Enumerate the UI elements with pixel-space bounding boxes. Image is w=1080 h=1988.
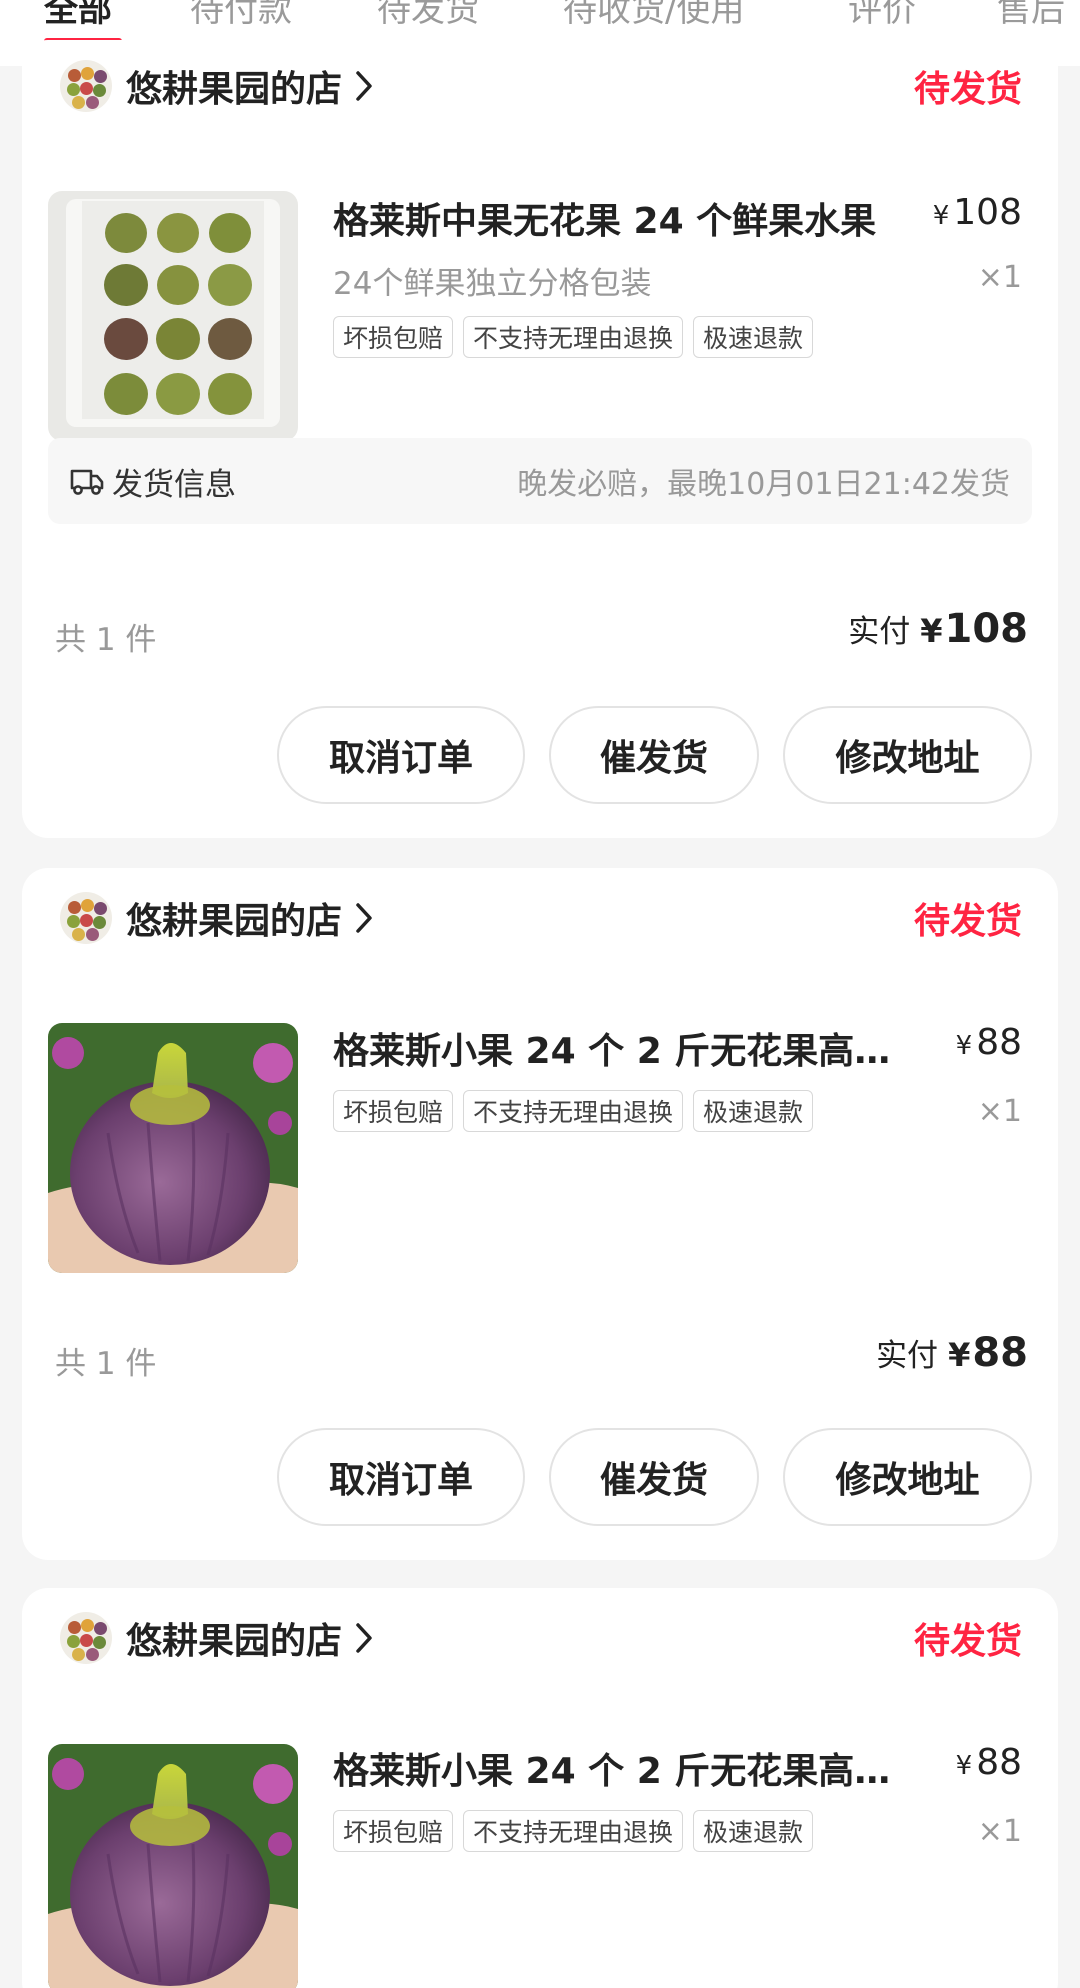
- order-card: 悠耕果园的店 待发货 格莱斯小果 24 个 2 斤无花果高山鲜果 ¥88 坏损包…: [22, 1588, 1058, 1988]
- truck-icon: [70, 469, 104, 495]
- paid-total: 实付 ¥88: [876, 1330, 1028, 1376]
- order-card: 悠耕果园的店 待发货 格莱斯小果 24 个 2 斤无花果高山鲜果 ¥88 坏损包…: [22, 868, 1058, 1560]
- product-image[interactable]: [48, 191, 298, 441]
- tab-pending-receipt[interactable]: 待收货/使用: [563, 0, 744, 31]
- paid-label: 实付: [876, 1338, 939, 1374]
- item-count: 共 1 件: [55, 1346, 157, 1382]
- shop-name: 悠耕果园的店: [126, 901, 343, 942]
- order-status: 待发货: [913, 1621, 1022, 1662]
- change-address-button[interactable]: 修改地址: [783, 706, 1032, 804]
- tag-no-free-return: 不支持无理由退换: [463, 316, 684, 358]
- product-price: ¥108: [932, 192, 1022, 233]
- shop-avatar: [60, 892, 112, 944]
- paid-total: 实付 ¥108: [848, 606, 1028, 652]
- tag-fast-refund: 极速退款: [693, 1810, 814, 1852]
- product-price: ¥88: [955, 1742, 1022, 1783]
- paid-amount: ¥88: [948, 1330, 1028, 1376]
- product-title[interactable]: 格莱斯中果无花果 24 个鲜果水果: [333, 192, 903, 244]
- chevron-right-icon: [356, 71, 372, 101]
- shop-header[interactable]: 悠耕果园的店: [60, 890, 374, 946]
- service-tags: 坏损包赔 不支持无理由退换 极速退款: [333, 1810, 814, 1852]
- urge-shipment-button[interactable]: 催发货: [549, 1428, 759, 1526]
- tab-review[interactable]: 评价: [848, 0, 916, 31]
- tag-damage-compensation: 坏损包赔: [333, 1090, 454, 1132]
- shop-avatar: [60, 1612, 112, 1664]
- service-tags: 坏损包赔 不支持无理由退换 极速退款: [333, 316, 814, 358]
- tag-fast-refund: 极速退款: [693, 1090, 814, 1132]
- chevron-right-icon: [356, 1623, 372, 1653]
- urge-shipment-button[interactable]: 催发货: [549, 706, 759, 804]
- tag-damage-compensation: 坏损包赔: [333, 1810, 454, 1852]
- product-price: ¥88: [955, 1022, 1022, 1063]
- tag-no-free-return: 不支持无理由退换: [463, 1090, 684, 1132]
- shipping-info-bar[interactable]: 发货信息 晚发必赔，最晚10月01日21:42发货: [48, 438, 1032, 524]
- paid-amount: ¥108: [920, 606, 1028, 652]
- tab-after-sales[interactable]: 售后: [997, 0, 1065, 31]
- order-status: 待发货: [913, 69, 1022, 110]
- shipping-deadline-note: 晚发必赔，最晚10月01日21:42发货: [517, 467, 1010, 502]
- tab-pending-shipment[interactable]: 待发货: [377, 0, 479, 31]
- service-tags: 坏损包赔 不支持无理由退换 极速退款: [333, 1090, 814, 1132]
- order-card: 悠耕果园的店 待发货 格莱斯中果无花果 24 个鲜果水果 ¥108 24个鲜果独…: [22, 40, 1058, 838]
- paid-label: 实付: [848, 614, 911, 650]
- product-quantity: ×1: [977, 260, 1022, 295]
- shipping-info-label: 发货信息: [112, 466, 236, 503]
- product-spec: 24个鲜果独立分格包装: [333, 266, 652, 302]
- shop-name: 悠耕果园的店: [126, 1621, 343, 1662]
- product-quantity: ×1: [977, 1094, 1022, 1129]
- shop-header[interactable]: 悠耕果园的店: [60, 58, 374, 114]
- shop-name: 悠耕果园的店: [126, 69, 343, 110]
- product-image[interactable]: [48, 1744, 298, 1988]
- product-image[interactable]: [48, 1023, 298, 1273]
- cancel-order-button[interactable]: 取消订单: [277, 706, 525, 804]
- cancel-order-button[interactable]: 取消订单: [277, 1428, 525, 1526]
- tag-fast-refund: 极速退款: [693, 316, 814, 358]
- tab-all[interactable]: 全部: [44, 0, 112, 31]
- change-address-button[interactable]: 修改地址: [783, 1428, 1032, 1526]
- order-status: 待发货: [913, 901, 1022, 942]
- product-title[interactable]: 格莱斯小果 24 个 2 斤无花果高山鲜果: [333, 1742, 903, 1794]
- product-quantity: ×1: [977, 1814, 1022, 1849]
- chevron-right-icon: [356, 903, 372, 933]
- shop-avatar: [60, 60, 112, 112]
- tab-pending-payment[interactable]: 待付款: [190, 0, 292, 31]
- shop-header[interactable]: 悠耕果园的店: [60, 1610, 374, 1666]
- item-count: 共 1 件: [55, 622, 157, 658]
- product-title[interactable]: 格莱斯小果 24 个 2 斤无花果高山鲜果: [333, 1022, 903, 1074]
- tag-damage-compensation: 坏损包赔: [333, 316, 454, 358]
- tag-no-free-return: 不支持无理由退换: [463, 1810, 684, 1852]
